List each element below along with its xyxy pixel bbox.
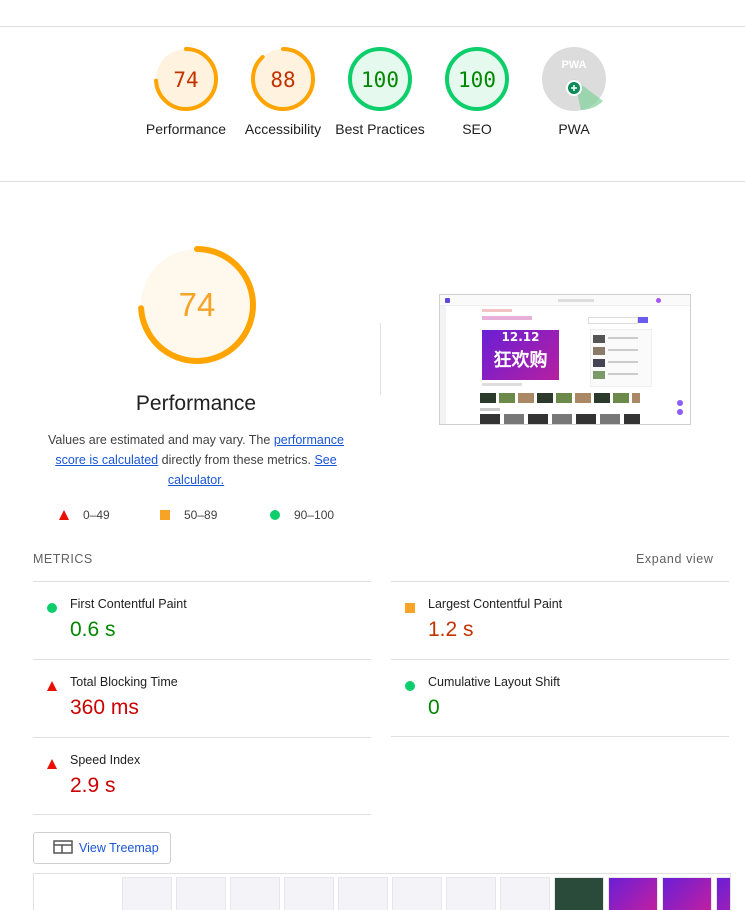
metric-total-blocking-time: Total Blocking Time 360 ms xyxy=(33,659,371,737)
metric-value: 0 xyxy=(428,696,440,719)
metrics-left-bottom xyxy=(33,814,371,815)
fail-triangle-icon xyxy=(47,759,57,769)
metric-value: 1.2 s xyxy=(428,618,474,641)
metric-name: Largest Contentful Paint xyxy=(428,597,563,611)
legend-item-square: 50–89 xyxy=(160,508,217,522)
pass-circle-icon xyxy=(270,510,280,520)
filmstrip-frame xyxy=(716,877,730,910)
top-divider xyxy=(0,26,745,27)
banner-text-1: 12.12 xyxy=(501,330,540,344)
metric-first-contentful-paint: First Contentful Paint 0.6 s xyxy=(33,581,371,659)
treemap-icon xyxy=(53,839,73,857)
metrics-right-bottom xyxy=(391,736,729,737)
pwa-badge-text: PWA xyxy=(561,59,586,71)
pass-circle-icon xyxy=(405,681,415,691)
legend-range: 50–89 xyxy=(184,508,218,522)
average-square-icon xyxy=(160,510,170,520)
filmstrip-frame xyxy=(392,877,442,910)
screenshot-banner: 12.12 狂欢购 xyxy=(482,330,559,380)
filmstrip xyxy=(33,873,731,910)
legend-item-triangle: 0–49 xyxy=(59,508,110,522)
expand-view-toggle[interactable]: Expand view xyxy=(636,552,713,566)
filmstrip-frame xyxy=(500,877,550,910)
filmstrip-frame xyxy=(446,877,496,910)
metric-cumulative-layout-shift: Cumulative Layout Shift 0 xyxy=(391,659,729,737)
metric-value: 360 ms xyxy=(70,696,139,719)
filmstrip-frame xyxy=(122,877,172,910)
performance-gauge-score: 74 xyxy=(179,286,216,323)
metric-name: Total Blocking Time xyxy=(70,675,178,689)
filmstrip-frame xyxy=(176,877,226,910)
metric-value: 0.6 s xyxy=(70,618,116,641)
metric-name: Cumulative Layout Shift xyxy=(428,675,561,689)
performance-description: Values are estimated and may vary. The p… xyxy=(40,430,352,490)
summary-gauge-seo[interactable]: 100 SEO xyxy=(432,46,522,139)
summary-divider xyxy=(0,181,745,182)
desc-text-2: directly from these metrics. xyxy=(158,453,315,467)
pwa-icon: PWA xyxy=(542,47,606,111)
pass-circle-icon xyxy=(47,603,57,613)
filmstrip-frame xyxy=(284,877,334,910)
metric-value: 2.9 s xyxy=(70,774,116,797)
view-treemap-button[interactable]: View Treemap xyxy=(33,832,171,864)
gauge-label: SEO xyxy=(462,121,492,137)
summary-gauge-pwa[interactable]: PWA PWA xyxy=(529,46,619,139)
gauge-label: Performance xyxy=(145,121,227,137)
gauge-score: 100 xyxy=(458,68,496,92)
summary-gauge-best-practices[interactable]: 100 Best Practices xyxy=(335,46,425,139)
metrics-header: METRICS xyxy=(33,552,93,566)
filmstrip-frame xyxy=(554,877,604,910)
metric-speed-index: Speed Index 2.9 s xyxy=(33,737,371,815)
summary-gauge-performance[interactable]: 74 Performance xyxy=(141,46,231,139)
legend-range: 90–100 xyxy=(294,508,335,522)
metric-name: Speed Index xyxy=(70,753,141,767)
average-square-icon xyxy=(405,603,415,613)
gauge-label: Accessibility xyxy=(244,121,322,137)
view-treemap-label: View Treemap xyxy=(79,841,159,855)
banner-text-2: 狂欢购 xyxy=(493,350,548,371)
gauge-score: 100 xyxy=(361,68,399,92)
gauge-label: Best Practices xyxy=(335,121,425,137)
performance-gauge: 74 xyxy=(136,244,258,366)
legend-item-circle: 90–100 xyxy=(270,508,334,522)
gauge-score: 74 xyxy=(173,68,198,92)
performance-title: Performance xyxy=(135,392,257,415)
legend-range: 0–49 xyxy=(83,508,110,522)
metric-name: First Contentful Paint xyxy=(70,597,187,611)
gauge-score: 88 xyxy=(270,68,295,92)
gauge-divider xyxy=(380,323,381,395)
filmstrip-frame xyxy=(608,877,658,910)
gauge-label: PWA xyxy=(558,121,590,137)
metric-largest-contentful-paint: Largest Contentful Paint 1.2 s xyxy=(391,581,729,659)
fail-triangle-icon xyxy=(47,681,57,691)
filmstrip-frame xyxy=(338,877,388,910)
fail-triangle-icon xyxy=(59,510,69,520)
summary-gauge-accessibility[interactable]: 88 Accessibility xyxy=(238,46,328,139)
desc-text: Values are estimated and may vary. The xyxy=(48,433,274,447)
filmstrip-frame xyxy=(662,877,712,910)
filmstrip-frame xyxy=(230,877,280,910)
final-screenshot[interactable]: 12.12 狂欢购 xyxy=(439,294,691,425)
